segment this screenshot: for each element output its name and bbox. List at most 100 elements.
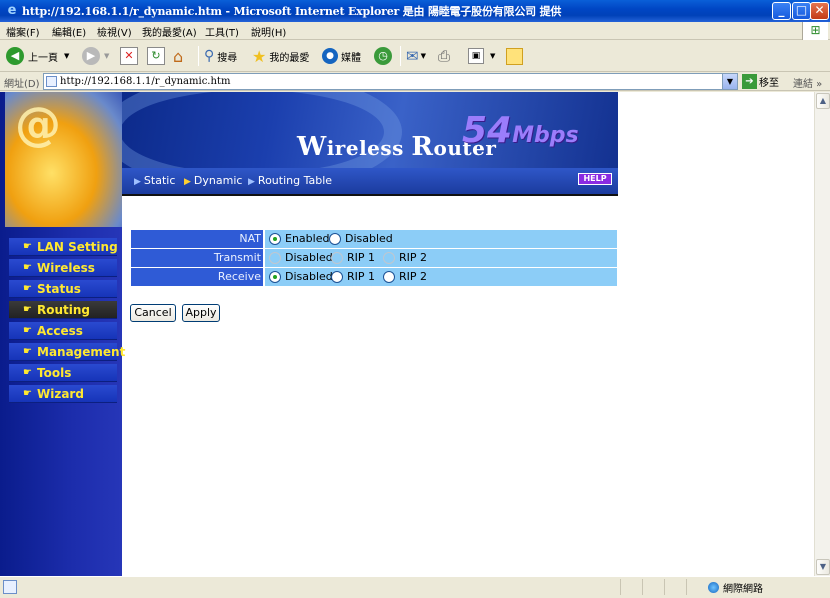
links-text: 連結: [793, 79, 813, 90]
transmit-rip2-radio: [383, 252, 395, 264]
edit-dropdown-icon[interactable]: ▼: [490, 52, 495, 60]
tab-routing-table[interactable]: ▶ Routing Table: [248, 174, 332, 187]
sidebar-item-routing[interactable]: ☛ Routing: [9, 301, 117, 319]
home-button[interactable]: ⌂: [173, 45, 183, 67]
menu-help[interactable]: 說明(H): [251, 24, 286, 39]
mail-button[interactable]: ✉ ▼: [406, 45, 426, 67]
sidebar-item-management[interactable]: ☛ Management: [9, 343, 125, 361]
speed-badge: 54Mbps: [462, 110, 579, 151]
pointer-hand-icon: ☛: [23, 388, 32, 399]
edit-button[interactable]: ▣ ▼: [468, 45, 495, 67]
menu-view[interactable]: 檢視(V): [97, 24, 132, 39]
print-button[interactable]: ⎙: [438, 45, 450, 67]
back-label: 上一頁: [28, 52, 58, 64]
receive-value: Disabled RIP 1 RIP 2: [265, 268, 617, 286]
scroll-up-icon[interactable]: ▲: [816, 93, 830, 109]
stop-icon: ✕: [120, 47, 138, 65]
toolbar: ◀ 上一頁 ▼ ▶ ▼ ✕ ↻ ⌂ ⚲ 搜尋 ★ 我的最愛 ● 媒體 ◷ ✉ ▼…: [0, 40, 830, 72]
back-arrow-icon: ◀: [6, 47, 24, 65]
pointer-hand-icon: ☛: [23, 262, 32, 273]
nat-enabled-label: Enabled: [285, 232, 330, 245]
stop-button[interactable]: ✕: [120, 45, 138, 67]
nat-enabled-radio[interactable]: [269, 233, 281, 245]
sidebar-item-label: Wizard: [37, 387, 84, 401]
header-banner: Wireless Router 54Mbps ▶ Static ▶ Dynamic …: [122, 92, 618, 196]
page-status-icon: [3, 580, 17, 594]
tab-label: Routing Table: [257, 174, 333, 187]
address-url: http://192.168.1.1/r_dynamic.htm: [60, 76, 231, 87]
menu-edit[interactable]: 編輯(E): [52, 24, 86, 39]
ie-icon: e: [7, 3, 17, 18]
search-label: 搜尋: [217, 52, 238, 64]
sidebar-item-label: Management: [37, 345, 126, 359]
forward-button[interactable]: ▶ ▼: [82, 45, 109, 67]
sidebar-item-status[interactable]: ☛ Status: [9, 280, 117, 298]
receive-rip1-radio[interactable]: [331, 271, 343, 283]
messenger-button[interactable]: [506, 45, 523, 67]
nat-disabled-radio[interactable]: [329, 233, 341, 245]
transmit-rip2-label: RIP 2: [399, 251, 428, 264]
sidebar-item-access[interactable]: ☛ Access: [9, 322, 117, 340]
media-button[interactable]: ● 媒體: [322, 45, 361, 67]
transmit-value: Disabled RIP 1 RIP 2: [265, 249, 617, 267]
forward-dropdown-icon[interactable]: ▼: [104, 52, 109, 60]
speed-value: 54: [462, 110, 513, 151]
cancel-button[interactable]: Cancel: [130, 304, 176, 322]
forward-arrow-icon: ▶: [82, 47, 100, 65]
routing-tabs: ▶ Static ▶ Dynamic ▶ Routing Table HELP: [122, 168, 618, 194]
links-label[interactable]: 連結 »: [793, 75, 822, 90]
back-button[interactable]: ◀ 上一頁 ▼: [6, 45, 69, 67]
tab-dynamic[interactable]: ▶ Dynamic: [184, 174, 242, 187]
nat-value: Enabled Disabled: [265, 230, 617, 248]
scroll-down-icon[interactable]: ▼: [816, 559, 830, 575]
apply-button[interactable]: Apply: [182, 304, 220, 322]
receive-rip2-radio[interactable]: [383, 271, 395, 283]
close-button[interactable]: ✕: [810, 2, 829, 20]
receive-label: Receive: [131, 268, 263, 286]
receive-row: Receive Disabled RIP 1 RIP 2: [131, 268, 617, 286]
menu-favorites[interactable]: 我的最愛(A): [142, 24, 197, 39]
mail-dropdown-icon[interactable]: ▼: [421, 52, 426, 60]
pointer-hand-icon: ☛: [23, 304, 32, 315]
go-button[interactable]: ➔ 移至: [742, 74, 779, 89]
menu-tools[interactable]: 工具(T): [205, 24, 239, 39]
sidebar-item-wizard[interactable]: ☛ Wizard: [9, 385, 117, 403]
search-button[interactable]: ⚲ 搜尋: [204, 45, 237, 67]
receive-rip2-label: RIP 2: [399, 270, 428, 283]
page-content: @ ☛ LAN Setting ☛ Wireless ☛ Status ☛ Routin…: [0, 92, 814, 576]
back-dropdown-icon[interactable]: ▼: [64, 52, 69, 60]
status-cell: [620, 579, 640, 595]
help-button[interactable]: HELP: [578, 173, 612, 185]
history-button[interactable]: ◷: [374, 45, 392, 67]
favorites-button[interactable]: ★ 我的最愛: [252, 45, 309, 67]
sidebar-item-wireless[interactable]: ☛ Wireless: [9, 259, 117, 277]
page-icon: [46, 76, 57, 87]
history-icon: ◷: [374, 47, 392, 65]
globe-icon: [708, 582, 719, 593]
address-input[interactable]: http://192.168.1.1/r_dynamic.htm ▼: [43, 73, 738, 90]
sidebar-item-label: Tools: [37, 366, 72, 380]
sidebar-item-tools[interactable]: ☛ Tools: [9, 364, 117, 382]
favorites-label: 我的最愛: [269, 52, 310, 64]
nat-row: NAT Enabled Disabled: [131, 230, 617, 248]
brand-text: ireless: [326, 136, 412, 160]
sidebar-item-label: LAN Setting: [37, 240, 118, 254]
chevron-down-icon[interactable]: ▼: [722, 74, 737, 89]
mail-icon: ✉: [406, 47, 419, 65]
tab-static[interactable]: ▶ Static: [134, 174, 175, 187]
maximize-button[interactable]: □: [792, 2, 811, 20]
transmit-disabled-radio: [269, 252, 281, 264]
media-icon: ●: [322, 48, 338, 64]
transmit-rip1-radio: [331, 252, 343, 264]
menu-file[interactable]: 檔案(F): [6, 24, 40, 39]
minimize-button[interactable]: _: [772, 2, 791, 20]
address-bar: 網址(D) http://192.168.1.1/r_dynamic.htm ▼…: [0, 72, 830, 91]
vertical-scrollbar[interactable]: ▲ ▼: [814, 92, 830, 576]
status-cell: [664, 579, 684, 595]
status-bar: 網際網路: [0, 576, 830, 598]
menu-bar: 檔案(F) 編輯(E) 檢視(V) 我的最愛(A) 工具(T) 說明(H) ⊞: [0, 22, 830, 40]
refresh-button[interactable]: ↻: [147, 45, 165, 67]
sidebar-item-lan-setting[interactable]: ☛ LAN Setting: [9, 238, 118, 256]
toolbar-separator: [198, 46, 199, 66]
receive-disabled-radio[interactable]: [269, 271, 281, 283]
